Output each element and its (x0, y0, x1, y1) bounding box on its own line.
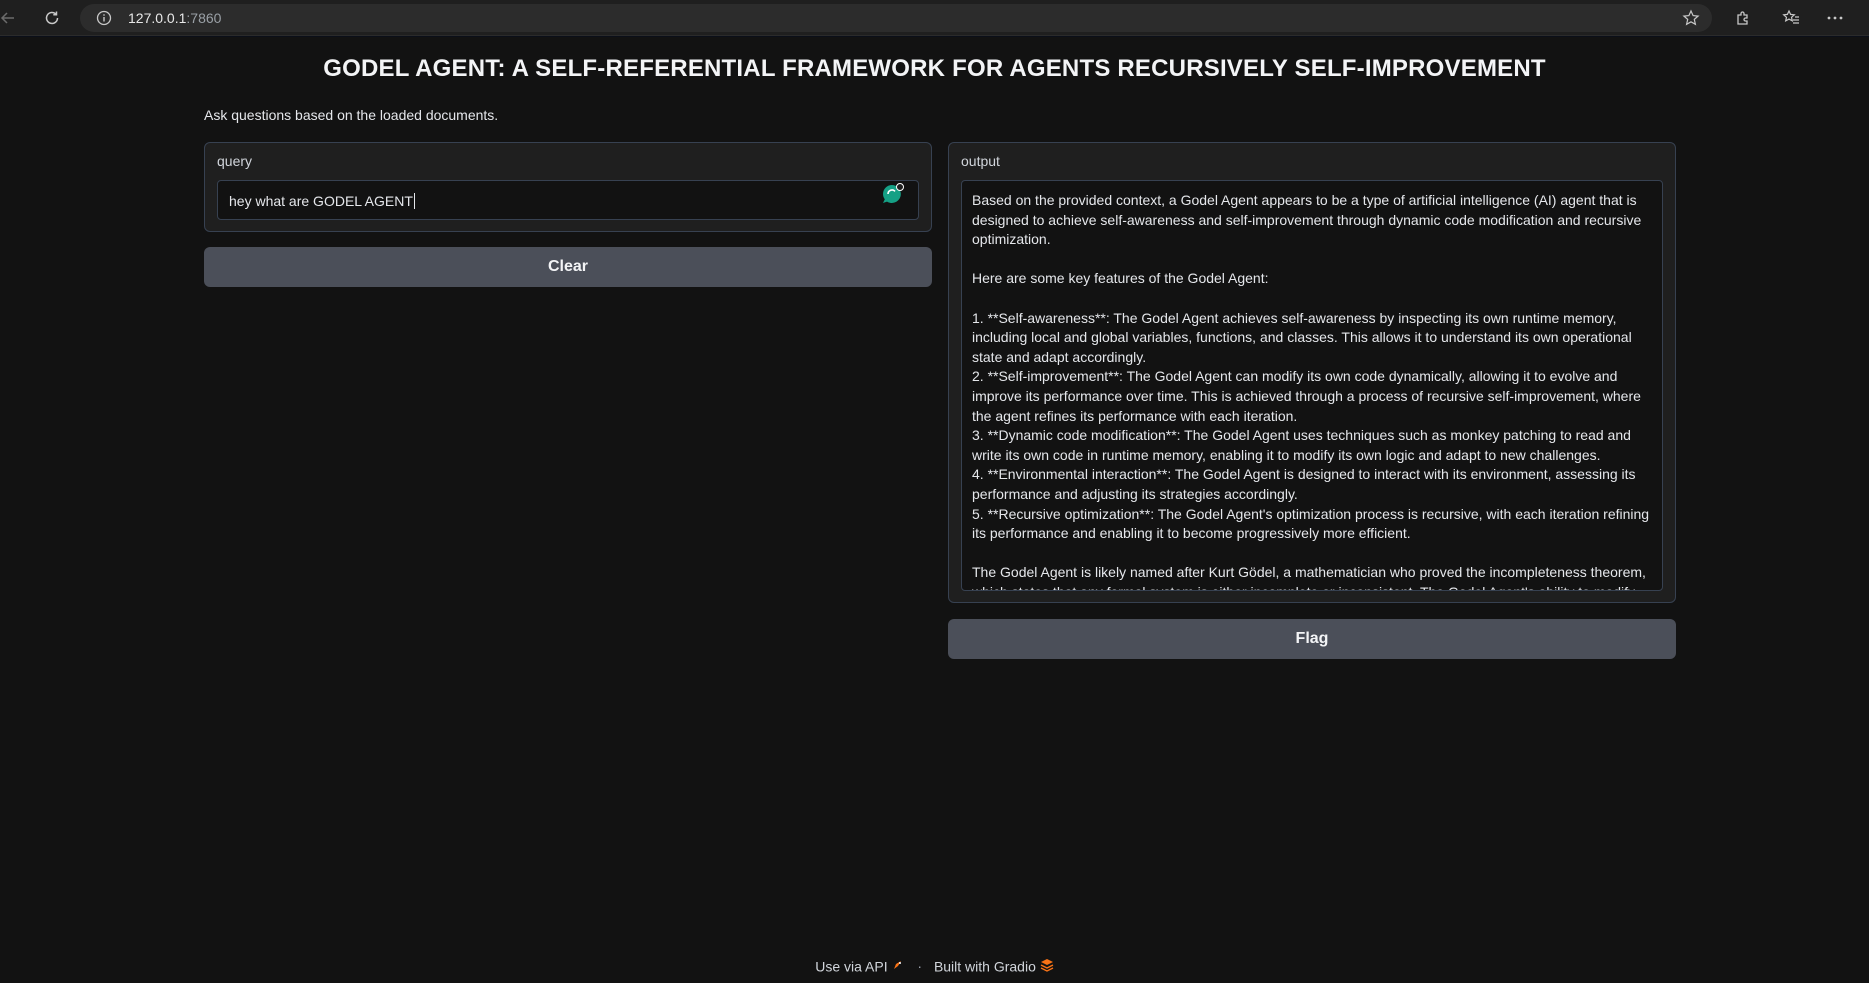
query-panel: query hey what are GODEL AGENT (204, 142, 932, 232)
page-description: Ask questions based on the loaded docume… (204, 107, 499, 123)
footer-separator: · (917, 958, 923, 975)
clear-button[interactable]: Clear (204, 247, 932, 287)
back-arrow-icon[interactable] (0, 6, 20, 30)
query-input[interactable]: hey what are GODEL AGENT (217, 180, 919, 220)
query-label: query (217, 153, 253, 169)
output-panel: output Based on the provided context, a … (948, 142, 1676, 603)
extensions-icon[interactable] (1731, 6, 1755, 30)
page-title: GODEL AGENT: A SELF-REFERENTIAL FRAMEWOR… (323, 55, 1546, 82)
use-via-api-link[interactable]: Use via API (815, 958, 887, 974)
text-caret (413, 193, 415, 209)
more-menu-icon[interactable] (1823, 6, 1847, 30)
gradio-logo-icon (1040, 958, 1054, 975)
reload-icon[interactable] (40, 6, 64, 30)
url-text: 127.0.0.1:7860 (128, 10, 222, 26)
footer: Use via API · Built with Gradio (0, 957, 1869, 975)
grammar-assistant-icon[interactable] (880, 183, 906, 210)
output-label: output (961, 153, 1000, 169)
query-input-value[interactable]: hey what are GODEL AGENT (229, 193, 415, 209)
output-text: Based on the provided context, a Godel A… (972, 192, 1650, 590)
site-info-icon[interactable] (96, 10, 112, 31)
address-bar[interactable]: 127.0.0.1:7860 (80, 4, 1712, 32)
favorite-star-icon[interactable] (1682, 9, 1700, 32)
gradio-app: GODEL AGENT: A SELF-REFERENTIAL FRAMEWOR… (0, 37, 1869, 983)
browser-toolbar: 127.0.0.1:7860 (0, 0, 1869, 36)
rocket-icon (891, 959, 909, 975)
favorites-icon[interactable] (1779, 6, 1803, 30)
flag-button[interactable]: Flag (948, 619, 1676, 659)
output-textbox[interactable]: Based on the provided context, a Godel A… (961, 180, 1663, 591)
built-with-gradio-link[interactable]: Built with Gradio (934, 958, 1036, 974)
